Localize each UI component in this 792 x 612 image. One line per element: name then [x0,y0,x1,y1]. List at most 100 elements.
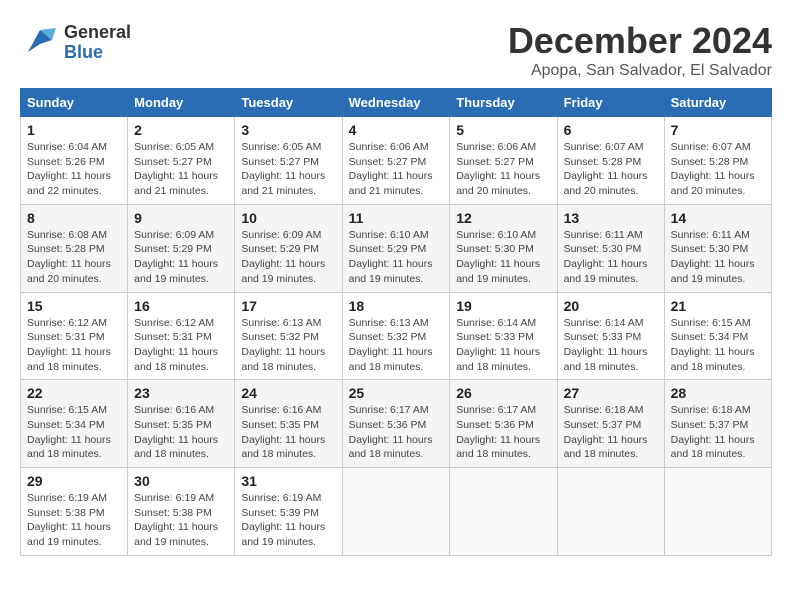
day-cell: 27 Sunrise: 6:18 AMSunset: 5:37 PMDayligh… [557,380,664,468]
day-cell: 31 Sunrise: 6:19 AMSunset: 5:39 PMDayligh… [235,468,342,556]
day-info: Sunrise: 6:04 AMSunset: 5:26 PMDaylight:… [27,140,121,199]
calendar-table: SundayMondayTuesdayWednesdayThursdayFrid… [20,88,772,556]
day-cell: 25 Sunrise: 6:17 AMSunset: 5:36 PMDayligh… [342,380,450,468]
day-number: 31 [241,473,335,489]
day-cell: 2 Sunrise: 6:05 AMSunset: 5:27 PMDaylight… [128,117,235,205]
day-cell: 22Sunrise: 6:15 AMSunset: 5:34 PMDayligh… [21,380,128,468]
day-cell: 24 Sunrise: 6:16 AMSunset: 5:35 PMDayligh… [235,380,342,468]
week-row-3: 15 Sunrise: 6:12 AMSunset: 5:31 PMDayligh… [21,292,772,380]
day-cell: 20 Sunrise: 6:14 AMSunset: 5:33 PMDayligh… [557,292,664,380]
day-number: 2 [134,122,228,138]
day-cell: 18 Sunrise: 6:13 AMSunset: 5:32 PMDayligh… [342,292,450,380]
day-number: 26 [456,385,550,401]
header-thursday: Thursday [450,89,557,117]
day-info: Sunrise: 6:12 AMSunset: 5:31 PMDaylight:… [134,316,228,375]
day-info: Sunrise: 6:10 AMSunset: 5:29 PMDaylight:… [349,228,444,287]
day-number: 13 [564,210,658,226]
day-info: Sunrise: 6:16 AMSunset: 5:35 PMDaylight:… [241,403,335,462]
day-number: 21 [671,298,765,314]
day-cell: 28 Sunrise: 6:18 AMSunset: 5:37 PMDayligh… [664,380,771,468]
day-info: Sunrise: 6:13 AMSunset: 5:32 PMDaylight:… [241,316,335,375]
day-number: 15 [27,298,121,314]
logo-words: General Blue [64,23,131,63]
day-info: Sunrise: 6:19 AMSunset: 5:38 PMDaylight:… [27,491,121,550]
day-cell: 6Sunrise: 6:07 AMSunset: 5:28 PMDaylight… [557,117,664,205]
day-number: 14 [671,210,765,226]
day-number: 23 [134,385,228,401]
day-number: 20 [564,298,658,314]
day-info: Sunrise: 6:13 AMSunset: 5:32 PMDaylight:… [349,316,444,375]
day-info: Sunrise: 6:14 AMSunset: 5:33 PMDaylight:… [456,316,550,375]
calendar-header-row: SundayMondayTuesdayWednesdayThursdayFrid… [21,89,772,117]
month-title: December 2024 [508,20,772,62]
day-number: 3 [241,122,335,138]
day-number: 17 [241,298,335,314]
day-cell: 9Sunrise: 6:09 AMSunset: 5:29 PMDaylight… [128,204,235,292]
header-wednesday: Wednesday [342,89,450,117]
day-info: Sunrise: 6:18 AMSunset: 5:37 PMDaylight:… [564,403,658,462]
day-cell: 3Sunrise: 6:05 AMSunset: 5:27 PMDaylight… [235,117,342,205]
day-number: 24 [241,385,335,401]
day-info: Sunrise: 6:17 AMSunset: 5:36 PMDaylight:… [349,403,444,462]
day-cell: 11 Sunrise: 6:10 AMSunset: 5:29 PMDayligh… [342,204,450,292]
day-info: Sunrise: 6:11 AMSunset: 5:30 PMDaylight:… [564,228,658,287]
day-cell: 4Sunrise: 6:06 AMSunset: 5:27 PMDaylight… [342,117,450,205]
location-title: Apopa, San Salvador, El Salvador [508,62,772,80]
day-info: Sunrise: 6:15 AMSunset: 5:34 PMDaylight:… [27,403,121,462]
day-info: Sunrise: 6:08 AMSunset: 5:28 PMDaylight:… [27,228,121,287]
day-cell: 19 Sunrise: 6:14 AMSunset: 5:33 PMDayligh… [450,292,557,380]
day-info: Sunrise: 6:11 AMSunset: 5:30 PMDaylight:… [671,228,765,287]
day-cell: 5 Sunrise: 6:06 AMSunset: 5:27 PMDaylight… [450,117,557,205]
logo-blue: Blue [64,43,131,63]
day-number: 5 [456,122,550,138]
day-cell [342,468,450,556]
day-number: 10 [241,210,335,226]
day-info: Sunrise: 6:06 AMSunset: 5:27 PMDaylight:… [456,140,550,199]
day-info: Sunrise: 6:18 AMSunset: 5:37 PMDaylight:… [671,403,765,462]
day-cell: 29 Sunrise: 6:19 AMSunset: 5:38 PMDayligh… [21,468,128,556]
day-info: Sunrise: 6:14 AMSunset: 5:33 PMDaylight:… [564,316,658,375]
logo-general: General [64,23,131,43]
day-number: 9 [134,210,228,226]
day-cell [557,468,664,556]
day-info: Sunrise: 6:09 AMSunset: 5:29 PMDaylight:… [241,228,335,287]
day-cell: 8 Sunrise: 6:08 AMSunset: 5:28 PMDaylight… [21,204,128,292]
day-info: Sunrise: 6:10 AMSunset: 5:30 PMDaylight:… [456,228,550,287]
day-cell [450,468,557,556]
day-number: 4 [349,122,444,138]
day-info: Sunrise: 6:05 AMSunset: 5:27 PMDaylight:… [134,140,228,199]
day-number: 28 [671,385,765,401]
day-info: Sunrise: 6:12 AMSunset: 5:31 PMDaylight:… [27,316,121,375]
day-number: 18 [349,298,444,314]
day-number: 27 [564,385,658,401]
day-info: Sunrise: 6:15 AMSunset: 5:34 PMDaylight:… [671,316,765,375]
day-cell: 30 Sunrise: 6:19 AMSunset: 5:38 PMDayligh… [128,468,235,556]
day-number: 8 [27,210,121,226]
day-number: 29 [27,473,121,489]
header-saturday: Saturday [664,89,771,117]
day-number: 11 [349,210,444,226]
day-info: Sunrise: 6:19 AMSunset: 5:38 PMDaylight:… [134,491,228,550]
day-cell: 17 Sunrise: 6:13 AMSunset: 5:32 PMDayligh… [235,292,342,380]
day-number: 25 [349,385,444,401]
title-section: December 2024 Apopa, San Salvador, El Sa… [508,20,772,80]
day-info: Sunrise: 6:07 AMSunset: 5:28 PMDaylight:… [671,140,765,199]
day-cell: 21 Sunrise: 6:15 AMSunset: 5:34 PMDayligh… [664,292,771,380]
week-row-5: 29 Sunrise: 6:19 AMSunset: 5:38 PMDayligh… [21,468,772,556]
day-number: 12 [456,210,550,226]
header-sunday: Sunday [21,89,128,117]
day-info: Sunrise: 6:17 AMSunset: 5:36 PMDaylight:… [456,403,550,462]
day-cell: 1Sunrise: 6:04 AMSunset: 5:26 PMDaylight… [21,117,128,205]
week-row-2: 8 Sunrise: 6:08 AMSunset: 5:28 PMDaylight… [21,204,772,292]
week-row-1: 1Sunrise: 6:04 AMSunset: 5:26 PMDaylight… [21,117,772,205]
day-cell [664,468,771,556]
day-cell: 26 Sunrise: 6:17 AMSunset: 5:36 PMDayligh… [450,380,557,468]
day-info: Sunrise: 6:19 AMSunset: 5:39 PMDaylight:… [241,491,335,550]
day-number: 16 [134,298,228,314]
header-friday: Friday [557,89,664,117]
week-row-4: 22Sunrise: 6:15 AMSunset: 5:34 PMDayligh… [21,380,772,468]
day-number: 30 [134,473,228,489]
day-cell: 7Sunrise: 6:07 AMSunset: 5:28 PMDaylight… [664,117,771,205]
header-monday: Monday [128,89,235,117]
day-number: 19 [456,298,550,314]
